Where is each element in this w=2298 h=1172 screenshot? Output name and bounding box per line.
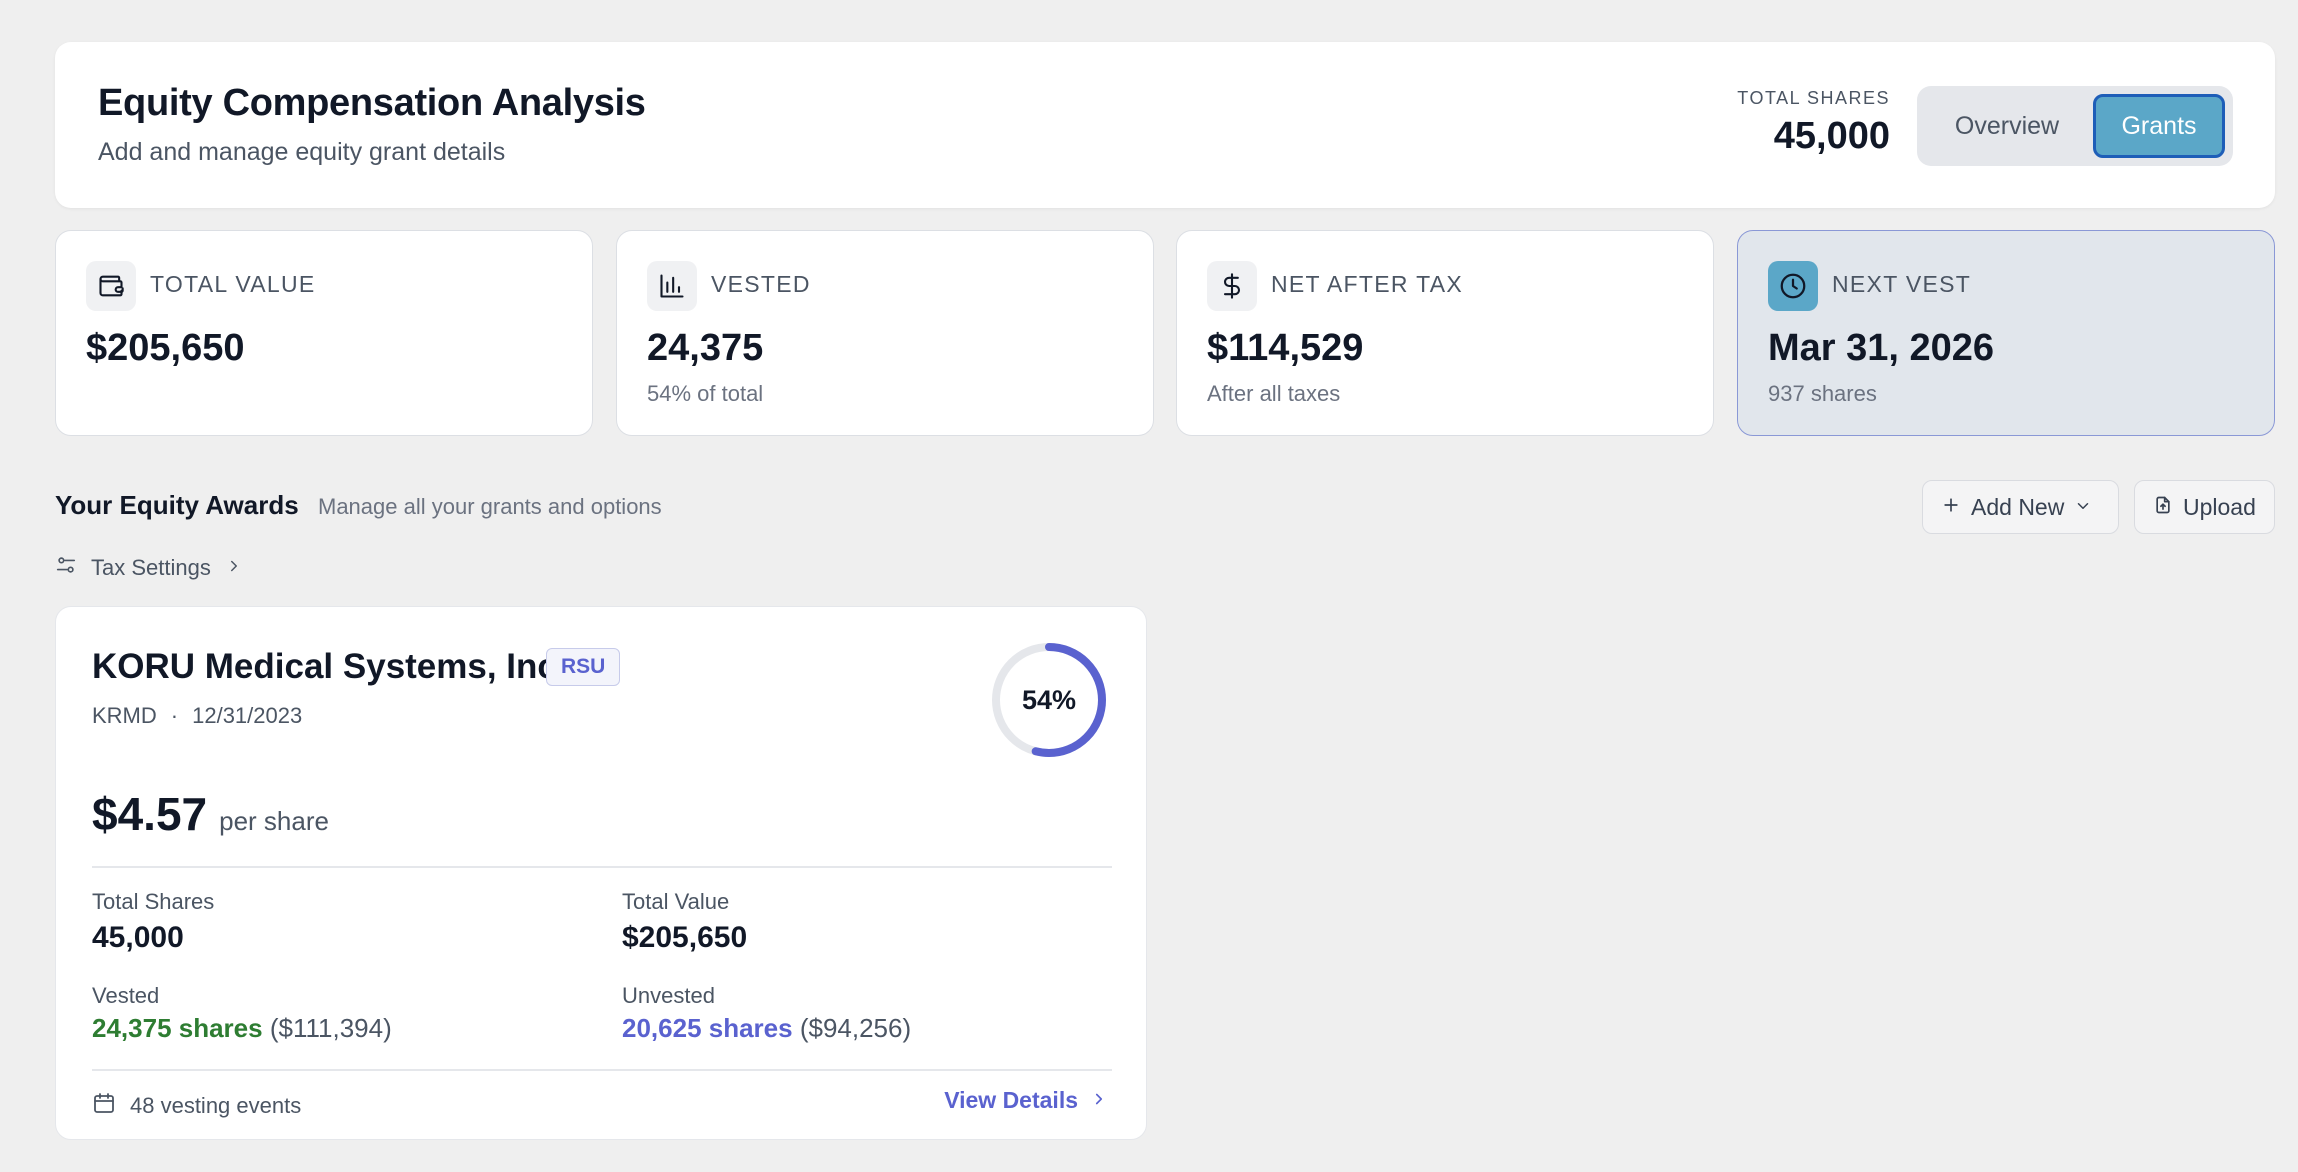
divider [92,1069,1112,1071]
vested-shares: 24,375 shares [92,1013,263,1043]
total-shares-value: 45,000 [92,921,184,954]
stat-card-vested: VESTED 24,375 54% of total [616,230,1154,436]
bar-chart-icon [647,261,697,311]
separator: · [170,703,179,728]
total-shares-label: TOTAL SHARES [1737,88,1890,108]
chevron-right-icon [1090,1087,1108,1114]
tax-settings-label: Tax Settings [91,555,211,580]
stat-value: 24,375 [647,327,764,369]
total-value-label: Total Value [622,889,730,914]
stat-value: Mar 31, 2026 [1768,327,1995,369]
stat-sub: After all taxes [1207,381,1341,406]
stat-label: VESTED [711,271,811,297]
chevron-right-icon [225,555,243,581]
unvested-label: Unvested [622,983,715,1008]
wallet-icon [86,261,136,311]
total-shares-summary: TOTAL SHARES 45,000 [1737,88,1890,158]
company-name: KORU Medical Systems, Inc. [92,647,567,686]
header-card: Equity Compensation Analysis Add and man… [55,42,2275,208]
upload-button[interactable]: Upload [2134,480,2275,534]
stat-card-total-value: TOTAL VALUE $205,650 [55,230,593,436]
tab-grants[interactable]: Grants [2093,94,2225,158]
stat-card-next-vest: NEXT VEST Mar 31, 2026 937 shares [1737,230,2275,436]
stat-label: NET AFTER TAX [1271,271,1463,297]
unvested-line: 20,625 shares ($94,256) [622,1013,911,1044]
tab-overview[interactable]: Overview [1925,94,2089,158]
add-new-button[interactable]: Add New [1922,480,2119,534]
page-subtitle: Add and manage equity grant details [98,138,506,166]
stat-sub: 937 shares [1768,381,1877,406]
section-title: Your Equity Awards [55,490,299,520]
dollar-icon [1207,261,1257,311]
page-title: Equity Compensation Analysis [98,82,646,124]
ticker-line: KRMD · 12/31/2023 [92,703,302,729]
calendar-icon [92,1091,116,1121]
vested-line: 24,375 shares ($111,394) [92,1013,392,1044]
stat-card-net-after-tax: NET AFTER TAX $114,529 After all taxes [1176,230,1714,436]
unvested-value: ($94,256) [799,1013,912,1043]
file-upload-icon [2153,494,2173,521]
vested-value: ($111,394) [269,1013,392,1043]
tax-settings-link[interactable]: Tax Settings [55,554,243,582]
stat-label: NEXT VEST [1832,271,1972,297]
chevron-down-icon [2074,494,2092,521]
total-shares-label: Total Shares [92,889,215,914]
share-price: $4.57 [92,788,208,840]
upload-label: Upload [2183,493,2256,520]
vested-label: Vested [92,983,160,1008]
price-line: $4.57 per share [92,787,329,841]
view-details-label: View Details [944,1087,1078,1113]
ticker: KRMD [92,703,157,728]
stat-label: TOTAL VALUE [150,271,316,297]
grant-date: 12/31/2023 [192,703,303,728]
vesting-progress-label: 54% [1021,684,1077,715]
price-unit: per share [219,806,329,836]
view-toggle: Overview Grants [1917,86,2233,166]
grant-type-badge: RSU [546,648,621,686]
section-subtitle: Manage all your grants and options [318,494,662,519]
view-details-link[interactable]: View Details [944,1087,1108,1114]
add-new-label: Add New [1971,493,2065,520]
vesting-events-label: 48 vesting events [130,1093,302,1118]
stat-sub: 54% of total [647,381,764,406]
grant-card[interactable]: KORU Medical Systems, Inc. RSU KRMD · 12… [55,606,1147,1140]
total-shares-value: 45,000 [1773,115,1890,157]
sliders-icon [55,554,77,582]
divider [92,866,1112,868]
stat-value: $114,529 [1207,327,1364,369]
plus-icon [1941,494,1961,521]
total-value-value: $205,650 [622,921,748,954]
stat-value: $205,650 [86,327,245,369]
vesting-events: 48 vesting events [92,1091,301,1121]
unvested-shares: 20,625 shares [622,1013,793,1043]
clock-icon [1768,261,1818,311]
